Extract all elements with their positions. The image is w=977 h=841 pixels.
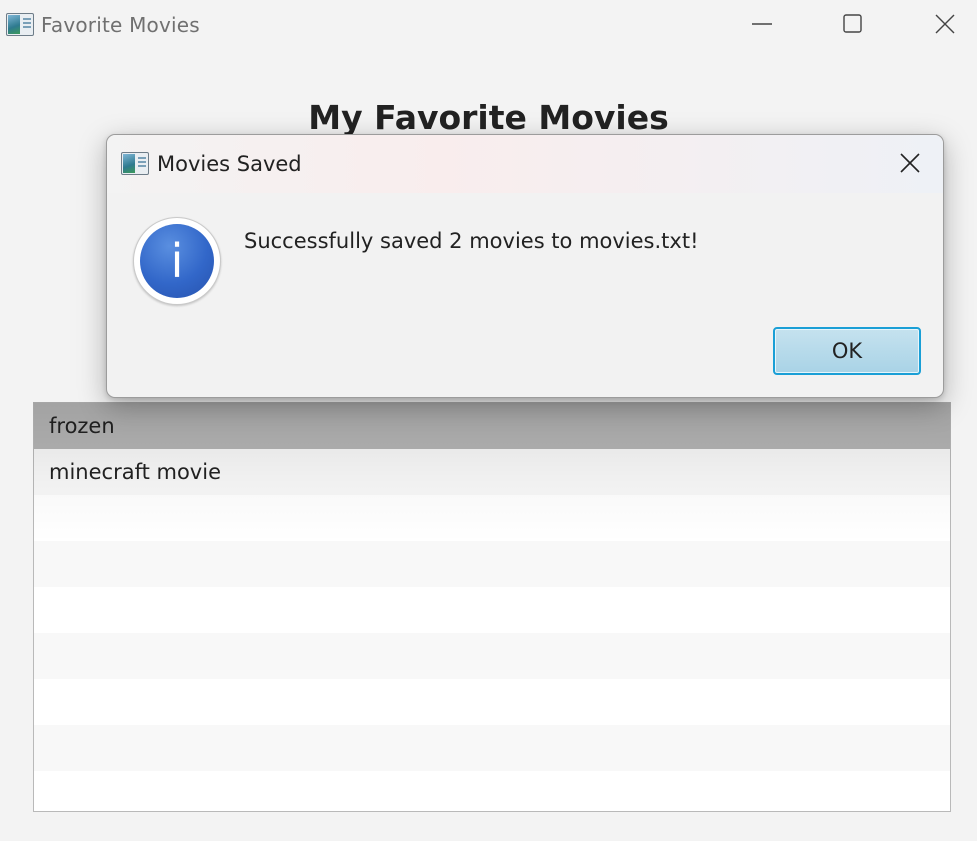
empty-list-row xyxy=(34,679,950,725)
page-title: My Favorite Movies xyxy=(308,98,669,137)
minimize-button[interactable] xyxy=(739,0,785,50)
minimize-icon xyxy=(752,23,772,25)
java-app-icon xyxy=(6,13,34,36)
list-item[interactable]: minecraft movie xyxy=(34,449,950,495)
dialog-title: Movies Saved xyxy=(157,152,302,176)
empty-list-row xyxy=(34,541,950,587)
close-icon xyxy=(900,153,920,173)
empty-list-row xyxy=(34,771,950,811)
close-window-button[interactable] xyxy=(922,0,968,50)
maximize-button[interactable] xyxy=(830,0,876,50)
info-glyph: i xyxy=(140,224,214,298)
ok-button[interactable]: OK xyxy=(773,327,921,375)
movies-saved-dialog: Movies Saved i Successfully saved 2 movi… xyxy=(106,134,944,398)
window-title: Favorite Movies xyxy=(41,13,200,37)
empty-list-row xyxy=(34,633,950,679)
close-icon xyxy=(935,14,955,34)
window-titlebar: Favorite Movies xyxy=(0,0,977,50)
empty-list-row xyxy=(34,495,950,541)
list-item[interactable]: frozen xyxy=(34,403,950,449)
empty-list-row xyxy=(34,725,950,771)
maximize-icon xyxy=(843,14,862,33)
dialog-message: Successfully saved 2 movies to movies.tx… xyxy=(244,229,699,253)
dialog-titlebar: Movies Saved xyxy=(107,135,943,193)
java-app-icon xyxy=(121,152,149,175)
info-icon: i xyxy=(133,217,221,305)
empty-list-row xyxy=(34,587,950,633)
movie-list[interactable]: frozen minecraft movie xyxy=(33,402,951,812)
dialog-close-button[interactable] xyxy=(891,143,931,183)
